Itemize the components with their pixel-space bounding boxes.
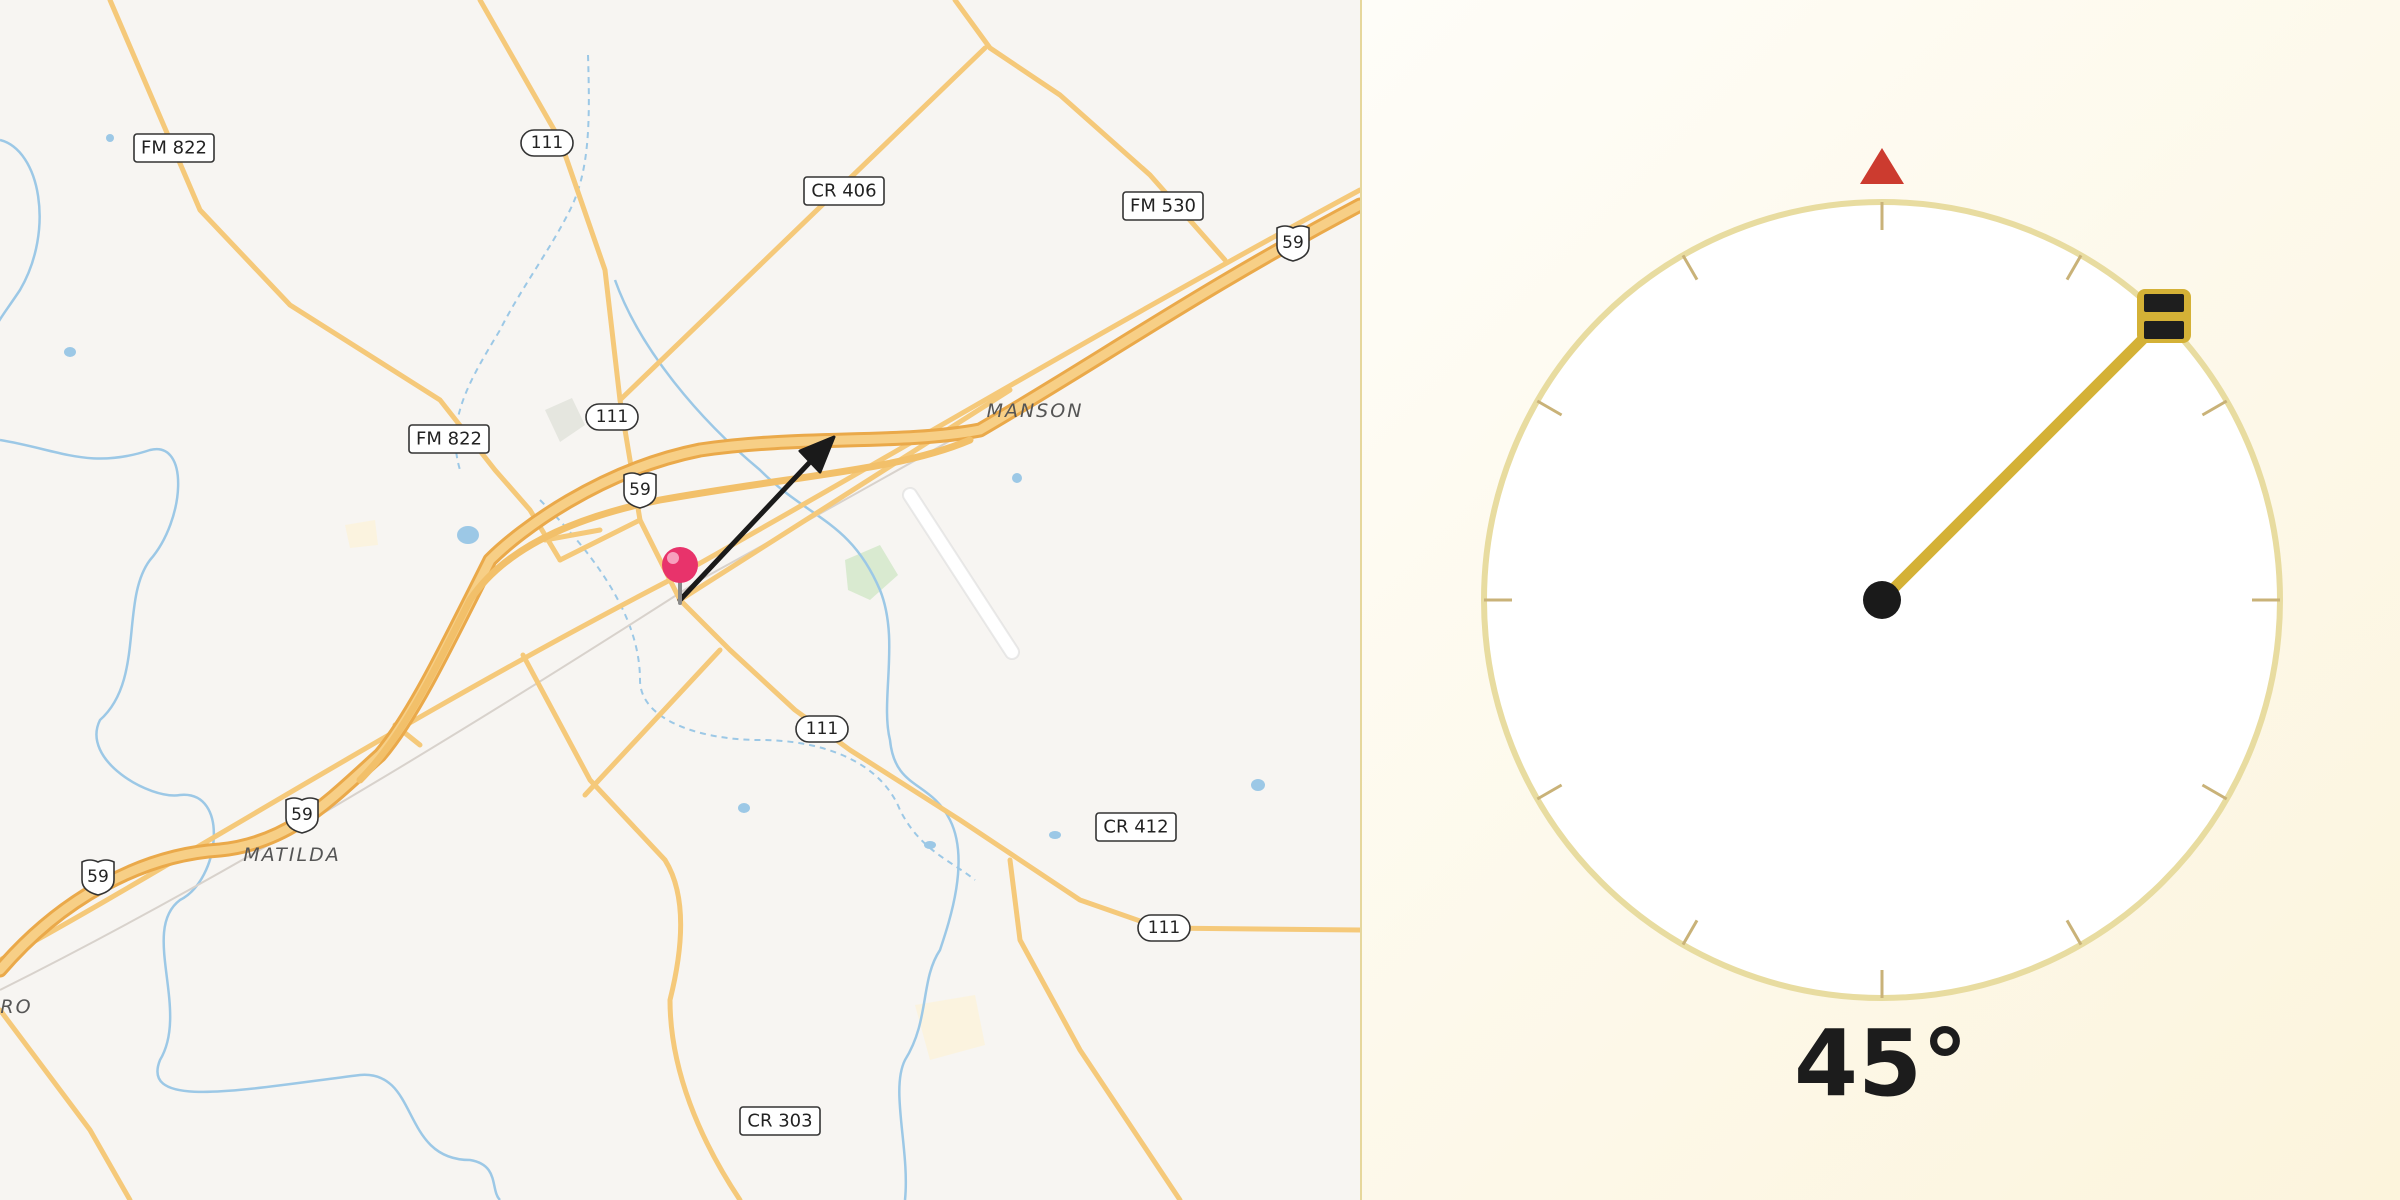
svg-text:111: 111 — [596, 407, 628, 427]
svg-text:CR 412: CR 412 — [1103, 817, 1168, 838]
svg-text:111: 111 — [531, 133, 563, 153]
compass-dial-panel[interactable]: 45° — [1362, 0, 2400, 1200]
svg-text:FM 530: FM 530 — [1130, 196, 1196, 217]
road-label: FM 822 — [408, 424, 490, 454]
map-canvas[interactable]: FM 822 111 CR 406 FM 530 59 111 FM 822 59 111 CR … — [0, 0, 1360, 1200]
svg-text:FM 822: FM 822 — [141, 138, 207, 159]
svg-text:FM 822: FM 822 — [416, 429, 482, 450]
svg-text:111: 111 — [1148, 918, 1180, 938]
road-label: FM 822 — [133, 133, 215, 163]
road-label: 59 — [81, 859, 115, 896]
road-label: 111 — [1137, 914, 1191, 942]
svg-text:59: 59 — [291, 805, 313, 825]
road-label: 59 — [623, 472, 657, 509]
north-triangle-icon — [1860, 148, 1904, 184]
svg-text:59: 59 — [87, 867, 109, 887]
urban-area — [915, 995, 985, 1060]
road-label: FM 530 — [1122, 191, 1204, 221]
drag-handle-icon[interactable] — [2137, 289, 2191, 343]
road-label: CR 412 — [1095, 812, 1177, 842]
stream-lines — [454, 54, 976, 881]
road-label: 111 — [585, 403, 639, 431]
town-label-manson: MANSON — [987, 400, 1084, 422]
svg-text:59: 59 — [629, 480, 651, 500]
town-label-matilda: MATILDA — [243, 844, 340, 866]
svg-text:59: 59 — [1282, 233, 1304, 253]
urban-area — [345, 520, 378, 548]
town-label-oro: ORO — [0, 996, 33, 1018]
road-label: CR 303 — [739, 1106, 821, 1136]
svg-text:111: 111 — [806, 719, 838, 739]
road-label: 111 — [795, 715, 849, 743]
svg-text:CR 406: CR 406 — [811, 181, 876, 202]
urban-area — [545, 398, 585, 442]
road-label: 59 — [1276, 225, 1310, 262]
road-label: 111 — [520, 129, 574, 157]
river-lines — [0, 138, 960, 1200]
svg-text:CR 303: CR 303 — [747, 1111, 812, 1132]
needle-hub — [1863, 581, 1901, 619]
map-view[interactable]: FM 822 111 CR 406 FM 530 59 111 FM 822 59 111 CR … — [0, 0, 1360, 1200]
angle-readout: 45° — [1793, 1010, 1969, 1117]
road-label: CR 406 — [803, 176, 885, 206]
road-label: 59 — [285, 797, 319, 834]
water-bodies — [64, 134, 1265, 849]
